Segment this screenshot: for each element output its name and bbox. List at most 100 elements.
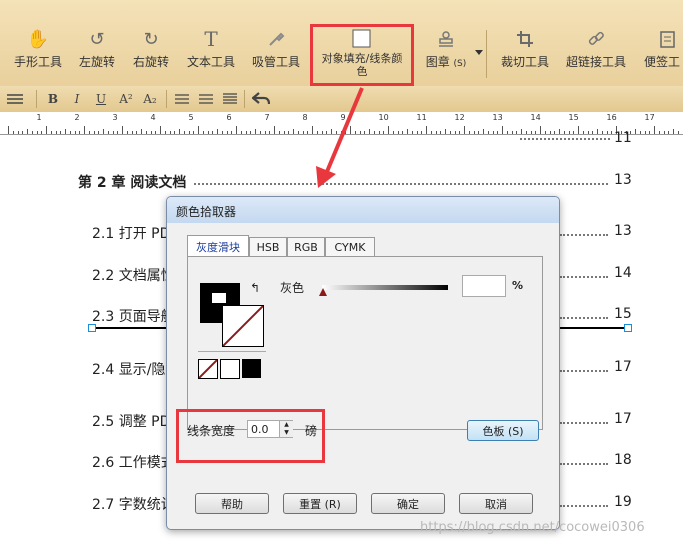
- align-center-icon[interactable]: [196, 90, 216, 108]
- toc-dots: [194, 183, 608, 185]
- toc-title: 2.2 文档属性: [92, 268, 175, 284]
- rotate-left-icon: ↺: [89, 28, 105, 50]
- dialog-body: 灰度滑块 HSB RGB CYMK ↰ 灰色 % 线条宽度 0.0 ▲ ▼ 磅 …: [175, 225, 549, 521]
- annotation-arrow: [316, 87, 364, 188]
- bold-button[interactable]: B: [44, 90, 62, 108]
- cancel-button[interactable]: 取消: [459, 493, 533, 514]
- align-list-icon[interactable]: [0, 90, 30, 108]
- ruler-tick: [388, 126, 389, 134]
- hyperlink-tool-button[interactable]: 超链接工具: [563, 28, 629, 78]
- black-color-button[interactable]: [242, 359, 261, 378]
- toc-title: 2.1 打开 PD: [92, 226, 171, 242]
- gray-label: 灰色: [280, 281, 305, 295]
- highlight-box-toolbar: [310, 24, 414, 86]
- palette-button[interactable]: 色板 (S): [467, 420, 539, 441]
- watermark: https://blog.csdn.net/cocowei0306: [420, 520, 645, 535]
- fill-color-inner: [212, 293, 226, 303]
- ruler-tick: [198, 126, 199, 134]
- ruler-tick: [8, 126, 9, 134]
- toolbar-separator: [486, 30, 487, 78]
- stamp-label: 图章 (S): [425, 55, 467, 69]
- ruler-label: 5: [188, 113, 194, 122]
- gray-value-input[interactable]: [462, 275, 506, 297]
- italic-button[interactable]: I: [68, 90, 86, 108]
- stamp-dropdown-icon[interactable]: [475, 50, 483, 55]
- undo-icon[interactable]: [250, 90, 272, 108]
- ruler-tick: [84, 126, 85, 134]
- ruler-tick: [540, 126, 541, 134]
- tab-panel: ↰ 灰色 %: [187, 256, 543, 430]
- stroke-color-swatch[interactable]: [222, 305, 264, 347]
- superscript-button[interactable]: A²: [116, 90, 136, 108]
- underline-button[interactable]: U: [92, 90, 110, 108]
- rotate-right-button[interactable]: ↻ 右旋转: [126, 28, 176, 78]
- note-icon: [657, 28, 679, 50]
- line-handle-left[interactable]: [88, 324, 96, 332]
- ruler-label: 11: [416, 113, 427, 122]
- line-handle-right[interactable]: [624, 324, 632, 332]
- reset-button[interactable]: 重置 (R): [283, 493, 357, 514]
- eyedropper-button[interactable]: 吸管工具: [248, 28, 304, 78]
- gray-slider[interactable]: [322, 285, 448, 290]
- rotate-left-button[interactable]: ↺ 左旋转: [72, 28, 122, 78]
- ruler-tick: [46, 126, 47, 134]
- hand-icon: ✋: [26, 28, 50, 50]
- toc-page: 11: [614, 130, 632, 146]
- toc-page: 13: [614, 223, 632, 239]
- ruler-label: 15: [568, 113, 579, 122]
- dialog-titlebar[interactable]: 颜色拾取器: [167, 197, 559, 223]
- toc-dots: [560, 370, 608, 372]
- toc-title: 2.7 字数统计: [92, 497, 175, 513]
- crop-icon: [514, 28, 536, 50]
- eyedropper-label: 吸管工具: [251, 55, 300, 69]
- stamp-button[interactable]: 图章 (S): [422, 28, 470, 78]
- ruler-label: 12: [454, 113, 465, 122]
- ok-button[interactable]: 确定: [371, 493, 445, 514]
- ruler-tick: [274, 126, 275, 134]
- ruler-label: 17: [644, 113, 655, 122]
- ruler-tick: [578, 126, 579, 134]
- ruler-label: 2: [74, 113, 80, 122]
- ruler-tick: [426, 126, 427, 134]
- toc-dots: [560, 422, 608, 424]
- text-icon: T: [204, 27, 218, 51]
- rotate-right-label: 右旋转: [132, 55, 169, 69]
- tab-cymk[interactable]: CYMK: [325, 237, 375, 256]
- ruler-label: 7: [264, 113, 270, 122]
- ruler-label: 16: [606, 113, 617, 122]
- hand-tool-button[interactable]: ✋ 手形工具: [10, 28, 66, 78]
- crop-tool-button[interactable]: 裁切工具: [496, 28, 554, 78]
- format-separator: [166, 90, 167, 108]
- hyperlink-tool-label: 超链接工具: [565, 55, 626, 69]
- text-tool-button[interactable]: T 文本工具: [183, 27, 239, 78]
- ruler-tick: [122, 126, 123, 134]
- tab-gray-slider[interactable]: 灰度滑块: [187, 235, 249, 257]
- text-tool-label: 文本工具: [186, 55, 235, 69]
- ruler-tick: [654, 126, 655, 134]
- swap-colors-icon[interactable]: ↰: [250, 281, 260, 295]
- ruler-label: 3: [112, 113, 118, 122]
- subscript-button[interactable]: A₂: [140, 90, 160, 108]
- sticky-note-button[interactable]: 便签工: [640, 28, 683, 78]
- ruler-label: 13: [492, 113, 503, 122]
- sticky-note-label: 便签工: [644, 55, 681, 69]
- align-left-icon[interactable]: [172, 90, 192, 108]
- white-color-button[interactable]: [220, 359, 240, 379]
- percent-label: %: [512, 279, 524, 292]
- tab-rgb[interactable]: RGB: [287, 237, 325, 256]
- tab-hsb[interactable]: HSB: [249, 237, 287, 256]
- none-color-button[interactable]: [198, 359, 218, 379]
- toc-page: 13: [614, 172, 632, 188]
- toc-dots: [560, 234, 608, 236]
- rotate-left-label: 左旋转: [78, 55, 115, 69]
- slider-thumb-icon[interactable]: [319, 288, 327, 296]
- ruler-label: 6: [226, 113, 232, 122]
- format-separator: [36, 90, 37, 108]
- ruler-label: 10: [378, 113, 389, 122]
- link-icon: [585, 28, 607, 50]
- toc-title: 第 2 章 阅读文档: [78, 175, 187, 191]
- ruler-label: 4: [150, 113, 156, 122]
- align-right-icon[interactable]: [220, 90, 240, 108]
- toc-page: 14: [614, 265, 632, 281]
- help-button[interactable]: 帮助: [195, 493, 269, 514]
